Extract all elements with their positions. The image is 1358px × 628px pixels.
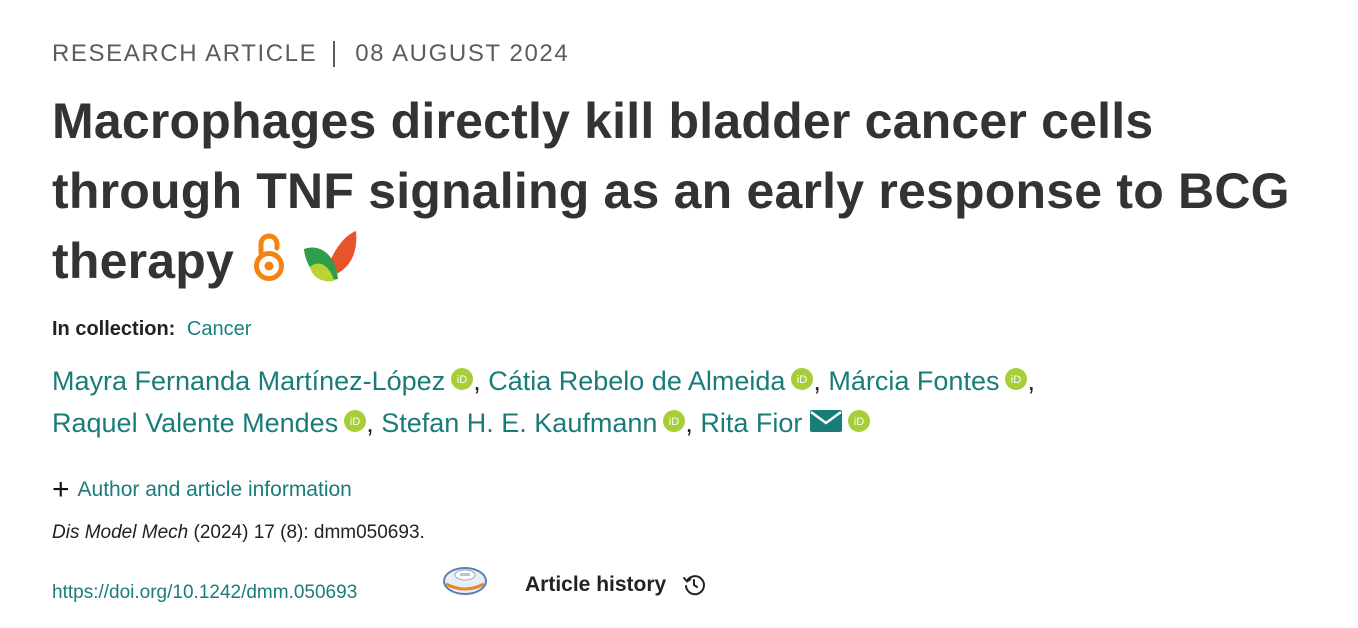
doi-link[interactable]: https://doi.org/10.1242/dmm.050693 [52, 582, 357, 604]
publication-date: 08 AUGUST 2024 [355, 40, 570, 67]
article-history-button[interactable]: Article history [525, 573, 706, 597]
author-separator: , [366, 408, 382, 438]
author-link[interactable]: Stefan H. E. Kaufmann [381, 408, 657, 438]
orcid-icon[interactable]: iD [848, 409, 871, 432]
meta-separator [333, 41, 336, 67]
crossmark-icon[interactable] [442, 564, 488, 598]
author-separator: , [813, 366, 829, 396]
history-clock-icon [683, 575, 706, 596]
journal-name: Dis Model Mech [52, 522, 189, 543]
email-icon[interactable] [810, 409, 843, 432]
access-icons [252, 229, 358, 285]
author-link[interactable]: Raquel Valente Mendes [52, 408, 338, 438]
collection-link-cancer[interactable]: Cancer [187, 318, 251, 340]
citation: Dis Model Mech (2024) 17 (8): dmm050693. [52, 522, 425, 544]
svg-text:iD: iD [350, 416, 360, 428]
article-history-label: Article history [525, 573, 667, 596]
article-meta-line: RESEARCH ARTICLE 08 AUGUST 2024 [52, 40, 569, 68]
orcid-icon[interactable]: iD [791, 367, 814, 390]
svg-text:iD: iD [1011, 374, 1021, 386]
orcid-icon[interactable]: iD [344, 409, 367, 432]
collection-label: In collection: [52, 318, 176, 340]
author-link[interactable]: Márcia Fontes [828, 366, 999, 396]
collection-line: In collection: Cancer [52, 318, 251, 341]
article-type: RESEARCH ARTICLE [52, 40, 318, 67]
author-link[interactable]: Mayra Fernanda Martínez-López [52, 366, 445, 396]
article-title: Macrophages directly kill bladder cancer… [52, 86, 1332, 296]
author-info-toggle[interactable]: + Author and article information [52, 473, 352, 506]
author-separator: , [473, 366, 489, 396]
author-link[interactable]: Cátia Rebelo de Almeida [488, 366, 785, 396]
author-list: Mayra Fernanda Martínez-López iD, Cátia R… [52, 360, 1332, 444]
author-info-label: Author and article information [77, 478, 352, 501]
author-separator: , [1027, 366, 1035, 396]
open-access-icon [254, 233, 285, 281]
orcid-icon[interactable]: iD [1005, 367, 1028, 390]
author-separator: , [685, 408, 701, 438]
svg-text:iD: iD [854, 416, 864, 428]
free-access-leaf-icon [304, 230, 357, 282]
citation-details: (2024) 17 (8): dmm050693. [188, 522, 425, 543]
svg-text:iD: iD [669, 416, 679, 428]
author-link[interactable]: Rita Fior [700, 408, 802, 438]
article-title-text: Macrophages directly kill bladder cancer… [52, 93, 1290, 289]
orcid-icon[interactable]: iD [663, 409, 686, 432]
svg-text:iD: iD [457, 374, 467, 386]
plus-icon: + [52, 473, 70, 506]
svg-text:iD: iD [797, 374, 807, 386]
orcid-icon[interactable]: iD [451, 367, 474, 390]
